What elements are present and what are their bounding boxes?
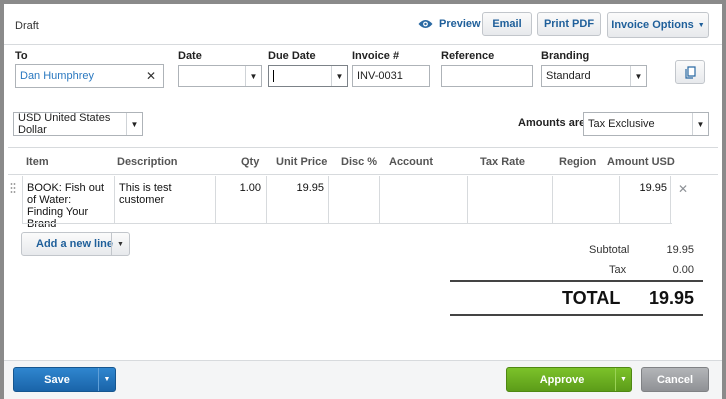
col-header-disc: Disc %: [341, 156, 378, 168]
chevron-down-icon[interactable]: ▼: [692, 113, 708, 135]
total-top-rule: [450, 280, 703, 282]
col-header-item: Item: [26, 156, 49, 168]
reference-field[interactable]: [441, 65, 533, 87]
chevron-down-icon[interactable]: ▼: [630, 66, 646, 86]
invoice-options-label: Invoice Options: [611, 19, 694, 31]
date-label: Date: [178, 50, 202, 62]
currency-select[interactable]: USD United States Dollar ▼: [13, 112, 143, 136]
save-button[interactable]: Save ▼: [13, 367, 116, 392]
amount-text: 19.95: [639, 182, 667, 194]
col-header-qty: Qty: [241, 156, 260, 168]
to-field[interactable]: Dan Humphrey ✕: [15, 64, 164, 88]
col-header-tax-rate: Tax Rate: [480, 156, 526, 168]
email-button[interactable]: Email: [482, 12, 532, 36]
amounts-are-select[interactable]: Tax Exclusive ▼: [583, 112, 709, 136]
approve-button[interactable]: Approve ▼: [506, 367, 632, 392]
cell-region[interactable]: [552, 176, 619, 224]
cell-item[interactable]: BOOK: Fish out of Water: Finding Your Br…: [22, 176, 114, 230]
invoice-number-label: Invoice #: [352, 50, 400, 62]
reference-label: Reference: [441, 50, 495, 62]
invoice-number-value: INV-0031: [357, 70, 403, 82]
subtotal-label: Subtotal: [589, 244, 630, 256]
cancel-button[interactable]: Cancel: [641, 367, 709, 392]
chevron-down-icon[interactable]: ▼: [98, 368, 115, 391]
col-header-unit-price: Unit Price: [276, 156, 328, 168]
chevron-down-icon[interactable]: ▼: [111, 233, 129, 255]
drag-handle-icon[interactable]: [10, 182, 16, 196]
cell-unit-price[interactable]: 19.95: [266, 176, 328, 224]
text-cursor: [273, 70, 274, 82]
table-header-border: [8, 174, 718, 175]
close-icon[interactable]: ✕: [678, 182, 688, 196]
cell-account[interactable]: [379, 176, 467, 224]
invoice-options-button[interactable]: Invoice Options ▼: [607, 12, 709, 38]
approve-label: Approve: [539, 374, 585, 386]
preview-label: Preview: [439, 18, 481, 30]
branding-select[interactable]: Standard ▼: [541, 65, 647, 87]
cancel-label: Cancel: [656, 373, 694, 386]
cell-amount[interactable]: 19.95: [619, 176, 671, 224]
total-bottom-rule: [450, 314, 703, 316]
copy-button[interactable]: [675, 60, 705, 84]
col-header-account: Account: [389, 156, 433, 168]
save-label: Save: [44, 374, 70, 386]
chevron-down-icon[interactable]: ▼: [615, 368, 631, 391]
col-header-description: Description: [117, 156, 178, 168]
branding-label: Branding: [541, 50, 590, 62]
due-date-field[interactable]: ▼: [268, 65, 348, 87]
description-text: This is test customer: [119, 182, 172, 206]
total-value: 19.95: [648, 288, 694, 308]
status-label: Draft: [15, 20, 39, 32]
amounts-are-value: Tax Exclusive: [588, 118, 655, 130]
add-new-line-label: Add a new line: [36, 238, 114, 250]
subtotal-value: 19.95: [666, 244, 694, 256]
chevron-down-icon[interactable]: ▼: [126, 113, 142, 135]
to-value: Dan Humphrey: [20, 70, 94, 82]
col-header-region: Region: [559, 156, 597, 168]
chevron-down-icon[interactable]: ▼: [331, 66, 347, 86]
invoice-number-field[interactable]: INV-0031: [352, 65, 430, 87]
unit-price-text: 19.95: [296, 182, 324, 194]
currency-value: USD United States Dollar: [18, 112, 111, 136]
cell-disc[interactable]: [328, 176, 379, 224]
caret-down-icon: ▼: [697, 21, 705, 29]
due-date-label: Due Date: [268, 50, 316, 62]
cell-qty[interactable]: 1.00: [215, 176, 266, 224]
cell-description[interactable]: This is test customer: [114, 176, 215, 224]
cell-tax-rate[interactable]: [467, 176, 552, 224]
preview-link[interactable]: Preview: [418, 18, 481, 30]
invoice-window: Draft Preview Email Print PDF Invoice Op…: [0, 0, 726, 399]
eye-icon: [418, 19, 433, 29]
header-divider: [4, 44, 722, 45]
to-label: To: [15, 50, 28, 62]
add-new-line-button[interactable]: Add a new line ▼: [21, 232, 130, 256]
amounts-are-label: Amounts are: [518, 117, 586, 129]
table-row-border: [22, 223, 672, 224]
date-field[interactable]: ▼: [178, 65, 262, 87]
branding-value: Standard: [546, 70, 591, 82]
tax-value: 0.00: [672, 264, 694, 276]
close-icon[interactable]: ✕: [146, 69, 156, 83]
tax-label: Tax: [609, 264, 627, 276]
print-pdf-button[interactable]: Print PDF: [537, 12, 601, 36]
col-header-amount: Amount USD: [607, 156, 675, 168]
copy-icon: [684, 65, 696, 79]
qty-text: 1.00: [239, 182, 261, 194]
total-label: TOTAL: [562, 288, 621, 308]
chevron-down-icon[interactable]: ▼: [245, 66, 261, 86]
table-top-border: [8, 147, 718, 148]
